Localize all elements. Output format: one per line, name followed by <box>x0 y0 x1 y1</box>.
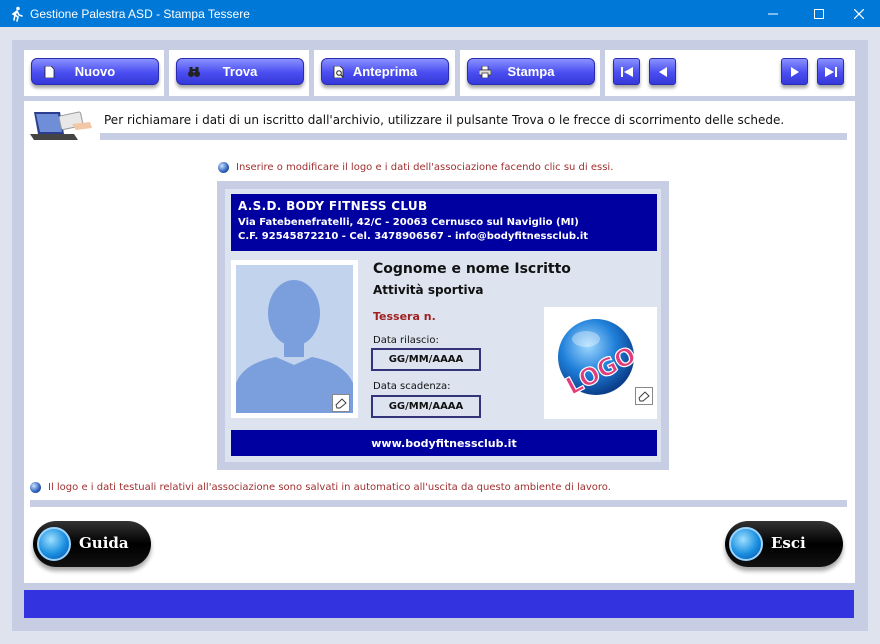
next-record-icon <box>790 66 799 77</box>
new-button[interactable]: Nuovo <box>31 58 159 85</box>
member-photo[interactable] <box>231 260 358 418</box>
info-text: Per richiamare i dati di un iscritto dal… <box>104 113 785 127</box>
eraser-icon <box>638 391 650 402</box>
help-orb-icon <box>37 527 71 561</box>
member-name[interactable]: Cognome e nome Iscritto <box>373 261 571 277</box>
print-button[interactable]: Stampa <box>467 58 595 85</box>
member-activity[interactable]: Attività sportiva <box>373 283 483 297</box>
issue-date-field[interactable]: GG/MM/AAAA <box>371 348 481 371</box>
close-button[interactable] <box>836 0 880 27</box>
next-record-button[interactable] <box>781 58 808 85</box>
help-button-label: Guida <box>79 534 129 552</box>
laptop-card-icon <box>30 111 92 140</box>
membership-card: A.S.D. BODY FITNESS CLUB Via Fatebenefra… <box>217 181 669 470</box>
bullet-icon <box>30 482 41 493</box>
expiry-date-label: Data scadenza: <box>373 381 451 392</box>
first-record-button[interactable] <box>613 58 640 85</box>
first-record-icon <box>620 66 633 77</box>
org-logo[interactable]: LOGO <box>544 307 657 419</box>
bullet-icon <box>218 162 229 173</box>
card-footer-website[interactable]: www.bodyfitnessclub.it <box>231 430 657 456</box>
photo-placeholder <box>236 265 353 413</box>
edit-photo-button[interactable] <box>332 394 350 412</box>
last-record-button[interactable] <box>817 58 844 85</box>
document-icon <box>44 66 55 78</box>
exit-button-label: Esci <box>771 534 806 552</box>
hint-top: Inserire o modificare il logo e i dati d… <box>218 162 613 173</box>
minimize-icon <box>768 13 778 14</box>
binoculars-icon <box>188 67 200 77</box>
exit-button[interactable]: Esci <box>725 521 843 567</box>
divider <box>100 133 847 140</box>
new-button-label: Nuovo <box>74 64 116 79</box>
exit-orb-icon <box>729 527 763 561</box>
hint-bottom-text: Il logo e i dati testuali relativi all'a… <box>48 482 611 493</box>
eraser-icon <box>335 398 347 409</box>
org-contacts: C.F. 92545872210 - Cel. 3478906567 - inf… <box>238 231 589 242</box>
close-icon <box>854 8 864 19</box>
hint-top-text: Inserire o modificare il logo e i dati d… <box>236 162 614 173</box>
hint-bottom: Il logo e i dati testuali relativi all'a… <box>30 482 611 493</box>
previous-record-icon <box>658 66 667 77</box>
title-bar: Gestione Palestra ASD - Stampa Tessere <box>0 0 880 27</box>
printer-icon <box>479 66 491 78</box>
runner-icon <box>11 6 23 22</box>
person-silhouette-icon <box>236 280 353 413</box>
status-bar <box>24 590 854 618</box>
card-body: A.S.D. BODY FITNESS CLUB Via Fatebenefra… <box>225 189 661 462</box>
preview-button[interactable]: Anteprima <box>321 58 449 85</box>
card-header[interactable]: A.S.D. BODY FITNESS CLUB Via Fatebenefra… <box>231 194 657 251</box>
issue-date-label: Data rilascio: <box>373 335 439 346</box>
edit-logo-button[interactable] <box>635 387 653 405</box>
help-button[interactable]: Guida <box>33 521 151 567</box>
find-button[interactable]: Trova <box>176 58 304 85</box>
previous-record-button[interactable] <box>649 58 676 85</box>
maximize-icon <box>814 8 824 19</box>
print-button-label: Stampa <box>507 64 555 79</box>
divider-bottom <box>30 500 847 507</box>
org-address: Via Fatebenefratelli, 42/C - 20063 Cernu… <box>238 217 579 228</box>
last-record-icon <box>824 66 837 77</box>
org-name: A.S.D. BODY FITNESS CLUB <box>238 199 428 213</box>
window-title: Gestione Palestra ASD - Stampa Tessere <box>30 6 250 21</box>
preview-button-label: Anteprima <box>352 64 418 79</box>
preview-icon <box>333 66 344 78</box>
find-button-label: Trova <box>222 64 258 79</box>
minimize-button[interactable] <box>750 0 796 27</box>
card-number-label: Tessera n. <box>373 310 436 323</box>
expiry-date-field[interactable]: GG/MM/AAAA <box>371 395 481 418</box>
